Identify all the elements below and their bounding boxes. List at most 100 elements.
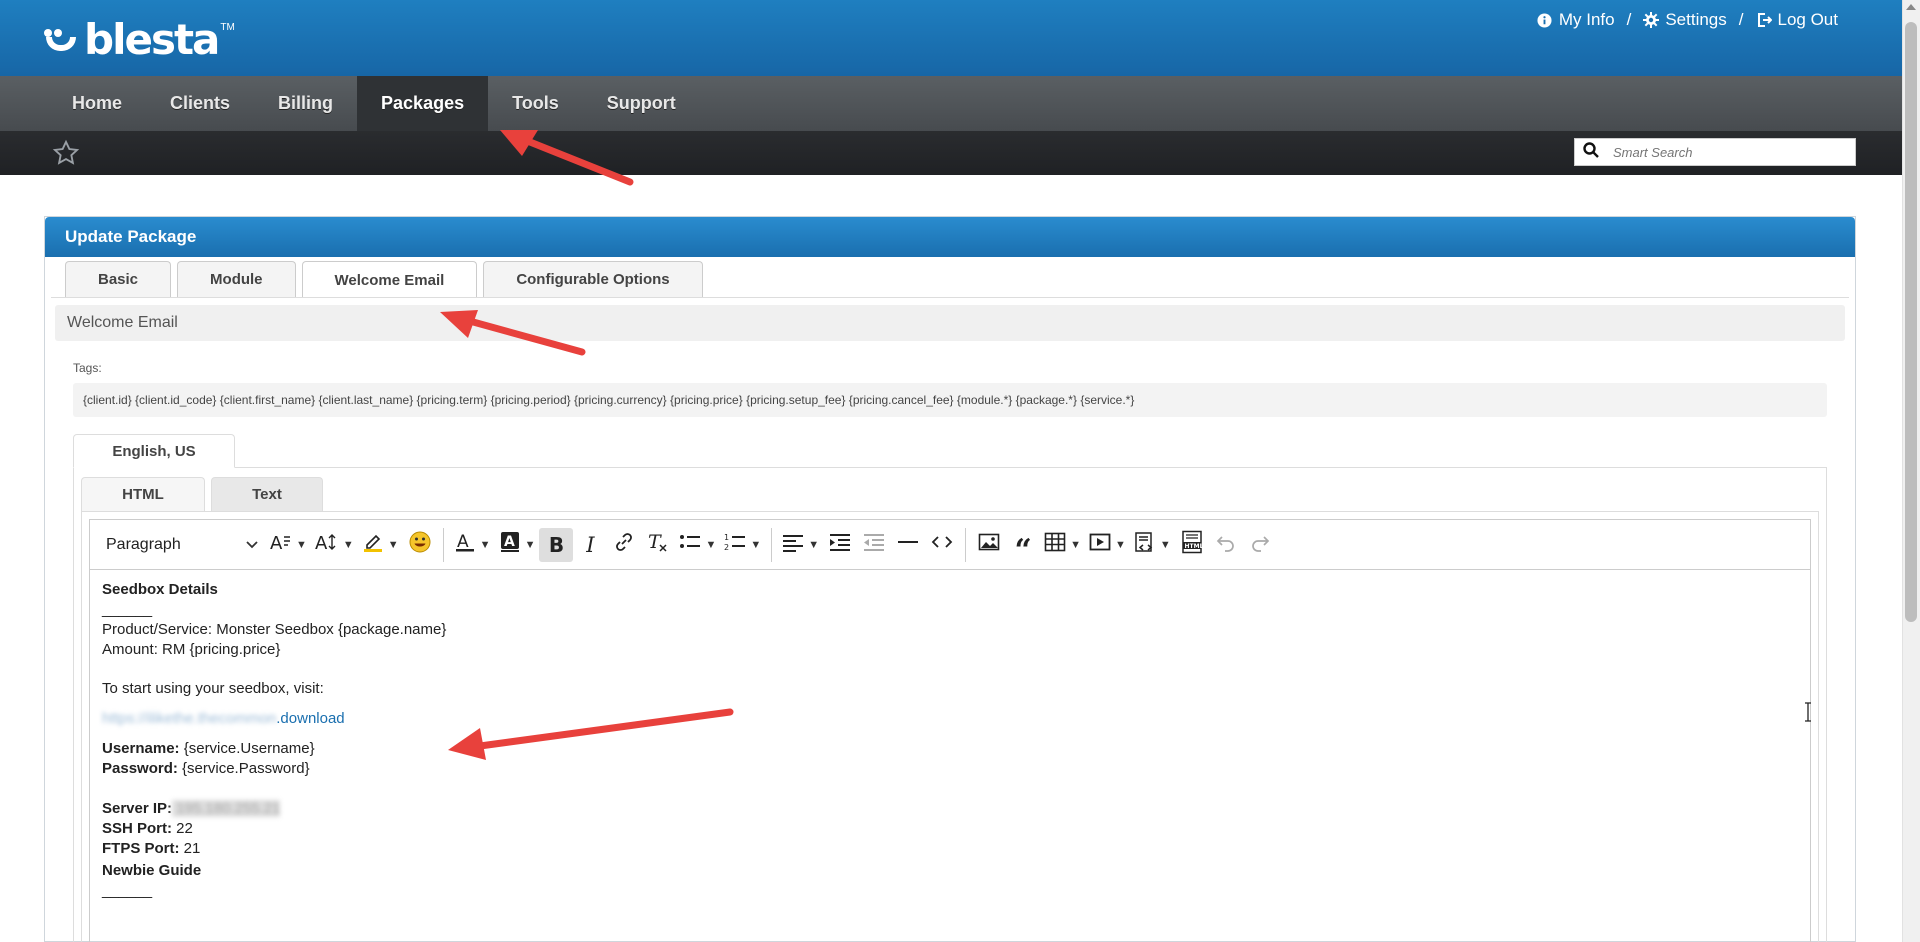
nav-packages[interactable]: Packages bbox=[357, 76, 489, 131]
text-color-button[interactable]: A ▼ bbox=[450, 528, 495, 562]
video-icon bbox=[1089, 531, 1111, 558]
ssh-port-label: SSH Port: bbox=[102, 820, 173, 837]
ftps-port-line: FTPS Port: 21 bbox=[102, 839, 1792, 859]
nav-tools[interactable]: Tools bbox=[488, 76, 583, 131]
bullet-list-button[interactable]: ▼ bbox=[675, 528, 720, 562]
seedbox-url-link[interactable]: https://ilikethe.thecommon.download bbox=[102, 709, 1792, 729]
server-ip-redacted: 195.180.255.21 bbox=[172, 800, 281, 817]
code-button[interactable] bbox=[925, 528, 959, 562]
highlight-button[interactable]: ▼ bbox=[358, 528, 403, 562]
font-family-icon: A bbox=[270, 532, 292, 557]
top-header: blesta TM My Info / Settings / Log Out bbox=[0, 0, 1902, 76]
username-label: Username: bbox=[102, 740, 180, 757]
clear-formatting-button[interactable]: T bbox=[641, 528, 675, 562]
rich-text-editor: Paragraph A ▼ A ▼ ▼ A ▼ A ▼ B I T ▼ 1 2 … bbox=[89, 519, 1811, 942]
background-color-button[interactable]: A ▼ bbox=[495, 528, 540, 562]
tab-module[interactable]: Module bbox=[177, 261, 296, 297]
align-button[interactable]: ▼ bbox=[778, 528, 823, 562]
code-icon bbox=[931, 531, 953, 558]
info-icon bbox=[1537, 12, 1553, 28]
ssh-port-value: 22 bbox=[172, 820, 193, 837]
nav-support[interactable]: Support bbox=[583, 76, 700, 131]
tab-basic[interactable]: Basic bbox=[65, 261, 172, 297]
link-button[interactable] bbox=[607, 528, 641, 562]
emoticons-button[interactable] bbox=[403, 528, 437, 562]
chevron-down-icon: ▼ bbox=[296, 538, 307, 551]
username-line: Username: {service.Username} bbox=[102, 739, 1792, 759]
source-html-button[interactable]: HTML bbox=[1175, 528, 1209, 562]
nav-clients[interactable]: Clients bbox=[146, 76, 254, 131]
update-package-panel: Update Package Basic Module Welcome Emai… bbox=[44, 216, 1856, 942]
horizontal-rule-button[interactable] bbox=[891, 528, 925, 562]
insert-image-button[interactable] bbox=[972, 528, 1006, 562]
ftps-port-value: 21 bbox=[179, 840, 201, 857]
password-label: Password: bbox=[102, 760, 178, 777]
font-size-button[interactable]: A ▼ bbox=[311, 528, 358, 562]
tab-html[interactable]: HTML bbox=[81, 477, 205, 511]
outdent-button[interactable] bbox=[857, 528, 891, 562]
svg-text:1: 1 bbox=[724, 533, 729, 542]
tab-english-us[interactable]: English, US bbox=[73, 434, 235, 468]
my-info-label: My Info bbox=[1558, 10, 1615, 29]
svg-text:2: 2 bbox=[724, 543, 729, 552]
blockquote-button[interactable]: “ bbox=[1006, 528, 1040, 565]
log-out-link[interactable]: Log Out bbox=[1756, 10, 1838, 30]
logout-icon bbox=[1756, 12, 1772, 28]
nav-home[interactable]: Home bbox=[48, 76, 146, 131]
redo-button[interactable] bbox=[1243, 528, 1277, 562]
numbered-list-button[interactable]: 12 ▼ bbox=[720, 528, 765, 562]
tab-welcome-email[interactable]: Welcome Email bbox=[301, 261, 478, 298]
block-format-select[interactable]: Paragraph bbox=[98, 528, 266, 562]
toolbar-divider bbox=[771, 527, 773, 562]
product-service-line: Product/Service: Monster Seedbox {packag… bbox=[102, 621, 447, 638]
media-button[interactable]: ▼ bbox=[1085, 528, 1130, 562]
redo-icon bbox=[1249, 531, 1271, 558]
link-separator: / bbox=[1738, 10, 1744, 29]
search-icon bbox=[1583, 141, 1599, 163]
toolbar-divider bbox=[442, 527, 444, 562]
tab-text[interactable]: Text bbox=[211, 477, 323, 511]
my-info-link[interactable]: My Info bbox=[1537, 10, 1615, 30]
nav-billing[interactable]: Billing bbox=[254, 76, 357, 131]
section-title: Welcome Email bbox=[55, 305, 1845, 341]
highlighter-icon bbox=[362, 531, 384, 558]
tab-configurable-options[interactable]: Configurable Options bbox=[483, 261, 703, 297]
scrollbar-thumb[interactable] bbox=[1905, 22, 1917, 622]
font-family-button[interactable]: A ▼ bbox=[266, 528, 311, 562]
password-line: Password: {service.Password} bbox=[102, 759, 1792, 779]
star-icon[interactable] bbox=[52, 139, 80, 167]
italic-icon: I bbox=[586, 532, 595, 557]
search-input[interactable] bbox=[1613, 144, 1833, 160]
rule-line: ______ bbox=[102, 882, 153, 899]
indent-button[interactable] bbox=[823, 528, 857, 562]
chevron-down-icon: ▼ bbox=[808, 538, 820, 551]
ftps-port-label: FTPS Port: bbox=[102, 840, 180, 857]
numbered-list-icon: 12 bbox=[724, 531, 746, 558]
outdent-icon bbox=[863, 531, 885, 558]
scroll-up-icon[interactable] bbox=[1906, 4, 1916, 10]
table-icon bbox=[1044, 531, 1066, 558]
horizontal-line-icon bbox=[897, 531, 919, 558]
blesta-logo[interactable]: blesta TM bbox=[44, 18, 235, 62]
visit-line: To start using your seedbox, visit: bbox=[102, 680, 324, 697]
template-button[interactable]: ▼ bbox=[1130, 528, 1175, 562]
smart-search[interactable] bbox=[1574, 138, 1856, 166]
clear-format-icon: T bbox=[647, 531, 669, 558]
bold-button[interactable]: B bbox=[539, 527, 574, 562]
logo-smile-icon bbox=[44, 27, 80, 53]
image-icon bbox=[978, 531, 1000, 558]
svg-text:A: A bbox=[315, 533, 328, 552]
chevron-down-icon: ▼ bbox=[1070, 538, 1082, 551]
indent-icon bbox=[829, 531, 851, 558]
table-button[interactable]: ▼ bbox=[1040, 528, 1085, 562]
text-cursor-icon bbox=[1803, 702, 1813, 727]
undo-button[interactable] bbox=[1209, 528, 1243, 562]
svg-text:A: A bbox=[270, 533, 283, 552]
logo-text: blesta bbox=[84, 15, 220, 64]
chevron-down-icon: ▼ bbox=[342, 538, 354, 551]
editor-content[interactable]: Seedbox Details ______ Product/Service: … bbox=[102, 580, 1792, 901]
chevron-down-icon: ▼ bbox=[479, 538, 491, 551]
chevron-down-icon: ▼ bbox=[750, 538, 762, 551]
italic-button[interactable]: I bbox=[573, 528, 607, 562]
settings-link[interactable]: Settings bbox=[1643, 10, 1727, 30]
